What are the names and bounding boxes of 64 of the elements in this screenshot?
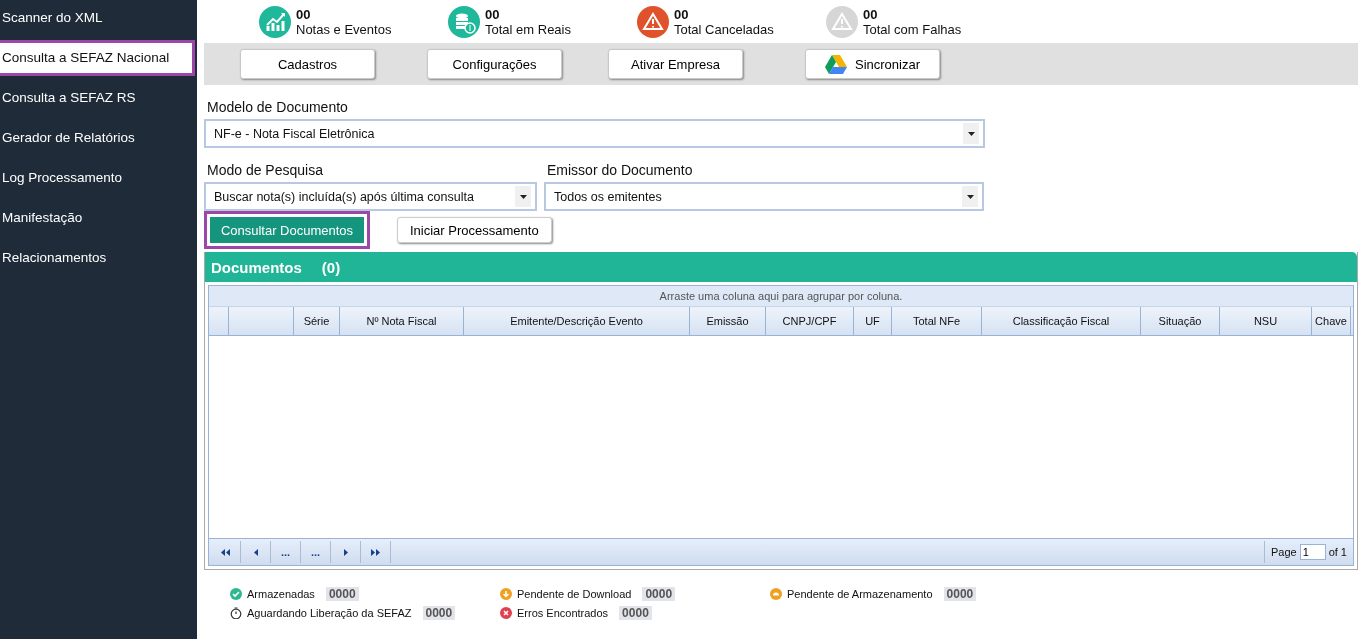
toolbar-button[interactable]: Ativar Empresa <box>608 49 743 79</box>
double-right-icon <box>371 548 380 556</box>
right-arrow-icon <box>343 548 348 556</box>
stat-label: Notas e Eventos <box>296 21 392 37</box>
stat-value: 00 <box>863 6 879 22</box>
column-header[interactable]: Emitente/Descrição Evento <box>464 307 690 335</box>
column-header[interactable]: Chave <box>1312 307 1351 335</box>
column-header[interactable]: Classificação Fiscal <box>982 307 1141 335</box>
caret-icon <box>519 194 527 199</box>
legend-label: Pendente de Download <box>517 588 632 600</box>
sidebar-item[interactable]: Relacionamentos <box>0 240 197 276</box>
legend-count: 0000 <box>943 587 977 601</box>
legend-count: 0000 <box>642 587 676 601</box>
legend-label: Aguardando Liberação da SEFAZ <box>247 607 412 619</box>
page-input[interactable]: 1 <box>1299 544 1326 560</box>
column-header[interactable]: NSU <box>1220 307 1312 335</box>
dropdown-field[interactable]: NF-e - Nota Fiscal Eletrônica <box>204 119 985 148</box>
action-button[interactable]: Iniciar Processamento <box>397 217 552 243</box>
legend-label: Armazenadas <box>247 588 315 600</box>
more-pages-button[interactable]: ... <box>271 541 301 563</box>
dropdown-field[interactable]: Buscar nota(s) incluída(s) após última consulta <box>204 182 537 211</box>
caret-icon <box>967 131 975 136</box>
dropdown-field[interactable]: Todos os emitentes <box>544 182 984 211</box>
column-header[interactable]: Nº Nota Fiscal <box>340 307 464 335</box>
column-header[interactable]: Série <box>294 307 340 335</box>
stat-value: 00 <box>296 6 312 22</box>
stat-value: 00 <box>674 6 690 22</box>
more-pages-button[interactable]: ... <box>301 541 331 563</box>
column-header[interactable]: CNPJ/CPF <box>766 307 854 335</box>
toolbar-button[interactable]: Sincronizar <box>805 49 940 79</box>
stat-label: Total em Reais <box>485 21 571 37</box>
legend-count: 0000 <box>422 606 456 620</box>
document-count: (0) <box>321 258 341 276</box>
triangle-logo-icon <box>825 54 847 74</box>
column-header[interactable]: Situação <box>1141 307 1220 335</box>
group-hint: Arraste uma coluna aqui para agrupar por coluna. <box>209 286 1353 307</box>
left-arrow-icon <box>253 548 258 556</box>
double-left-icon <box>221 548 230 556</box>
toolbar-button[interactable]: Cadastros <box>240 49 375 79</box>
sidebar-item[interactable]: Consulta a SEFAZ Nacional <box>0 40 195 76</box>
page-total: of 1 <box>1328 546 1347 558</box>
stat-label: Total com Falhas <box>863 21 962 37</box>
legend-count: 0000 <box>619 606 652 620</box>
grid-title: Documentos <box>211 258 302 276</box>
toolbar-button[interactable]: Configurações <box>427 49 562 79</box>
stat-label: Total Canceladas <box>674 21 774 37</box>
page-label: Page <box>1270 546 1297 558</box>
legend-label: Pendente de Armazenamento <box>787 588 933 600</box>
stat-value: 00 <box>485 6 501 22</box>
caret-icon <box>966 194 974 199</box>
legend-count: 0000 <box>325 587 359 601</box>
sidebar-item[interactable]: Log Processamento <box>0 160 197 196</box>
sidebar-item[interactable]: Consulta a SEFAZ RS <box>0 80 197 116</box>
field-label: Modelo de Documento <box>207 99 349 115</box>
column-header[interactable]: Emissão <box>690 307 766 335</box>
sidebar-item[interactable]: Scanner do XML <box>0 0 197 36</box>
column-header[interactable]: UF <box>854 307 892 335</box>
sidebar-item[interactable]: Manifestação <box>0 200 197 236</box>
field-label: Modo de Pesquisa <box>207 162 324 178</box>
legend-label: Erros Encontrados <box>517 607 609 619</box>
stopwatch-icon <box>230 607 242 619</box>
field-label: Emissor do Documento <box>547 162 694 178</box>
column-header[interactable]: Total NFe <box>892 307 982 335</box>
sidebar-item[interactable]: Gerador de Relatórios <box>0 120 197 156</box>
